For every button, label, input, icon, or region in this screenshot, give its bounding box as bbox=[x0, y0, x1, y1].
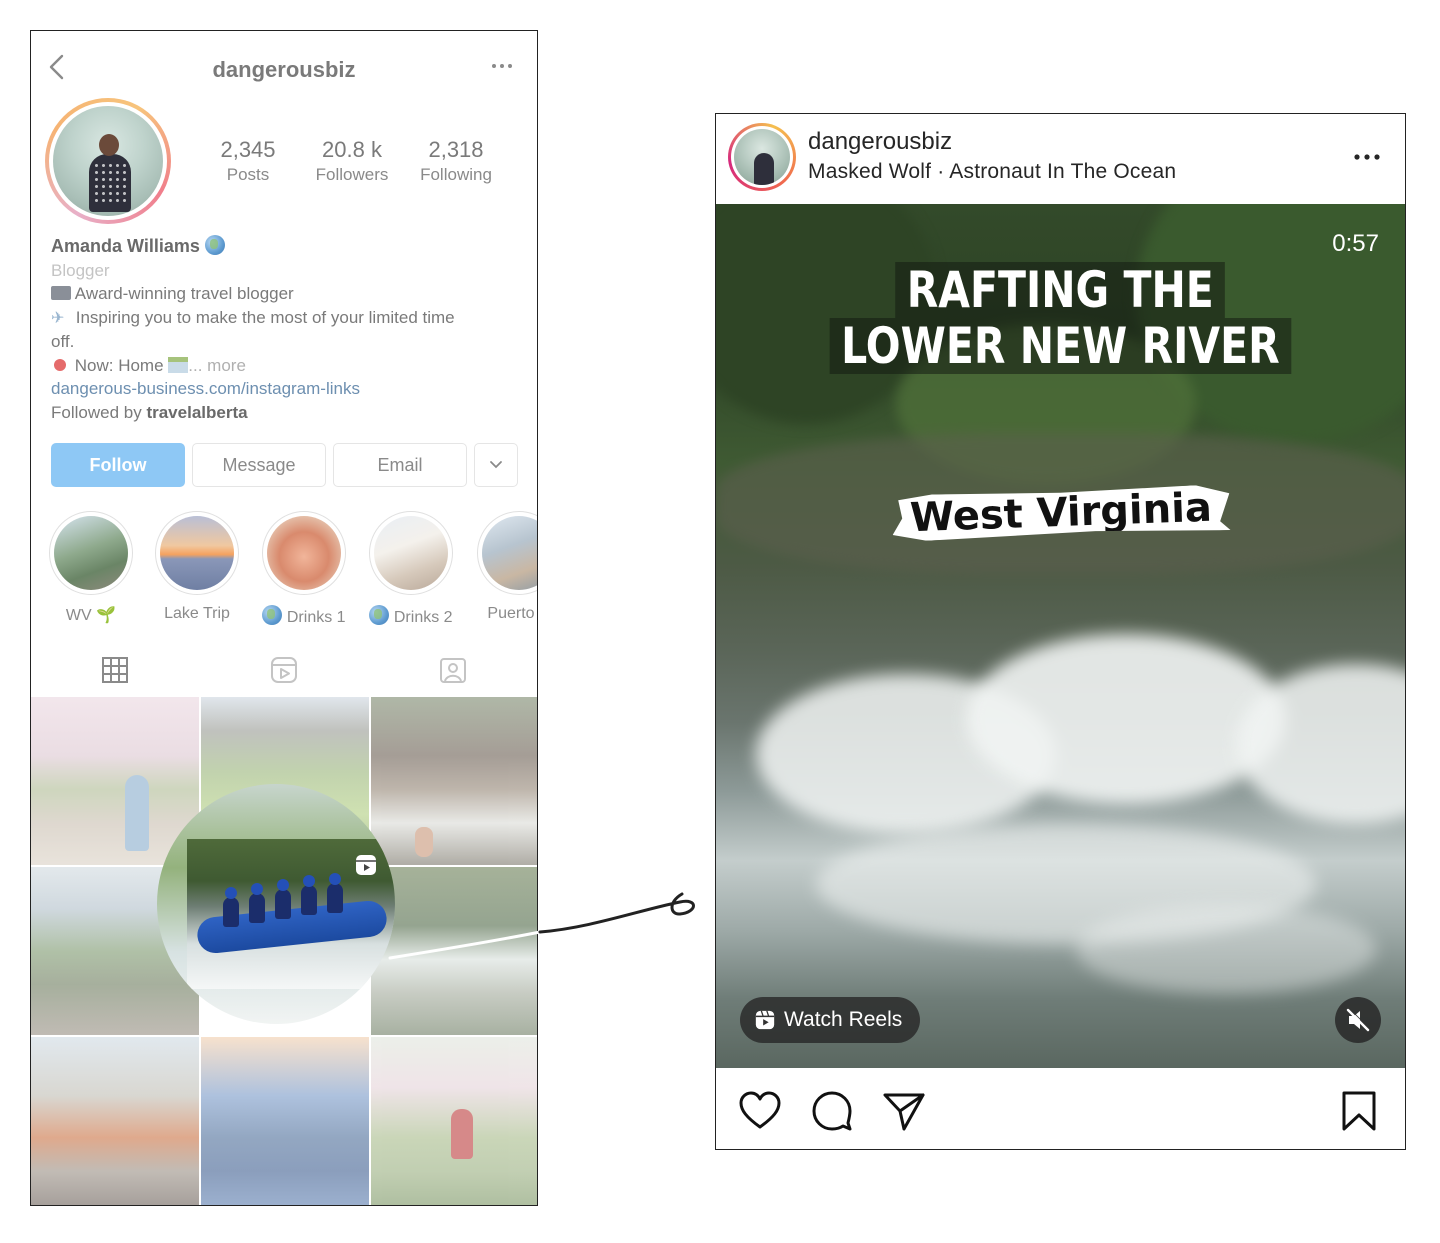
chevron-down-icon bbox=[490, 461, 502, 469]
avatar-photo bbox=[53, 106, 163, 216]
send-icon[interactable] bbox=[882, 1090, 926, 1132]
connector-arrow bbox=[388, 892, 695, 960]
highlighted-reel-post[interactable] bbox=[157, 784, 395, 1024]
reels-icon bbox=[755, 1010, 775, 1030]
bio-line-2-wrap: off. bbox=[51, 332, 75, 351]
highlight-item[interactable]: WV 🌱 bbox=[46, 511, 136, 625]
watch-reels-button[interactable]: Watch Reels bbox=[740, 997, 921, 1043]
highlight-item[interactable]: Puerto R bbox=[474, 511, 537, 623]
comment-icon[interactable] bbox=[810, 1090, 854, 1132]
reel-post: dangerousbiz Masked Wolf · Astronaut In … bbox=[715, 113, 1406, 1150]
bio-line-2: Inspiring you to make the most of your l… bbox=[75, 307, 455, 327]
post-audio-track[interactable]: Masked Wolf · Astronaut In The Ocean bbox=[808, 160, 1176, 184]
reels-icon[interactable] bbox=[269, 655, 299, 685]
follow-button[interactable]: Follow bbox=[51, 443, 185, 487]
highlight-item[interactable]: Lake Trip bbox=[152, 511, 242, 623]
profile-username: dangerousbiz bbox=[212, 57, 356, 82]
highlight-label: Drinks 2 bbox=[393, 609, 453, 626]
stat-posts[interactable]: 2,345 Posts bbox=[198, 137, 298, 185]
grid-post[interactable] bbox=[31, 1037, 199, 1205]
profile-category: Blogger bbox=[51, 260, 110, 280]
stat-following[interactable]: 2,318 Following bbox=[406, 137, 506, 185]
more-horizontal-icon[interactable] bbox=[491, 61, 513, 71]
highlight-label: Puerto R bbox=[487, 605, 537, 622]
grid-post[interactable] bbox=[31, 697, 199, 865]
highlight-label: WV 🌱 bbox=[65, 607, 117, 624]
highlight-label: Drinks 1 bbox=[286, 609, 346, 626]
airplane-icon: ✈ bbox=[51, 309, 65, 327]
story-highlights: WV 🌱 Lake Trip Drinks 1 Drinks 2 Puerto … bbox=[31, 511, 537, 626]
profile-avatar[interactable] bbox=[45, 98, 171, 224]
bookmark-icon[interactable] bbox=[1337, 1090, 1381, 1132]
post-username[interactable]: dangerousbiz bbox=[808, 128, 952, 156]
grid-post[interactable] bbox=[201, 1037, 369, 1205]
highlight-cover bbox=[54, 516, 128, 590]
more-horizontal-icon[interactable] bbox=[1353, 152, 1381, 162]
stat-posts-label: Posts bbox=[226, 165, 270, 184]
video-subtitle-overlay: West Virginia bbox=[716, 490, 1405, 536]
stat-following-label: Following bbox=[420, 165, 492, 184]
stat-posts-value: 2,345 bbox=[220, 137, 276, 162]
highlight-label: Lake Trip bbox=[164, 605, 230, 622]
highlight-cover bbox=[482, 516, 537, 590]
reels-icon bbox=[356, 855, 376, 875]
video-title-line-2: LOWER NEW RIVER bbox=[829, 318, 1292, 374]
profile-screen: dangerousbiz 2,345 Posts 20.8 k Follower… bbox=[30, 30, 538, 1206]
video-timer: 0:57 bbox=[1332, 230, 1379, 257]
post-actions bbox=[716, 1068, 1405, 1149]
grid-icon[interactable] bbox=[100, 655, 130, 685]
profile-tabs bbox=[31, 651, 537, 695]
video-title-overlay: RAFTING THE LOWER NEW RIVER bbox=[716, 262, 1405, 374]
laptop-icon bbox=[51, 286, 71, 300]
reel-video[interactable]: 0:57 RAFTING THE LOWER NEW RIVER West Vi… bbox=[716, 204, 1405, 1068]
followed-by-user[interactable]: travelalberta bbox=[146, 403, 247, 422]
post-header: dangerousbiz Masked Wolf · Astronaut In … bbox=[716, 114, 1405, 204]
globe-icon bbox=[204, 235, 225, 255]
globe-icon bbox=[262, 605, 283, 625]
display-name: Amanda Williams bbox=[51, 236, 200, 256]
followed-by-label: Followed by bbox=[51, 402, 142, 422]
message-button[interactable]: Message bbox=[192, 443, 326, 487]
profile-bio: Amanda Williams Blogger Award-winning tr… bbox=[51, 235, 521, 424]
post-avatar[interactable] bbox=[728, 123, 796, 191]
stat-followers[interactable]: 20.8 k Followers bbox=[302, 137, 402, 185]
globe-icon bbox=[369, 605, 390, 625]
profile-action-buttons: Follow Message Email bbox=[51, 443, 519, 487]
grid-post[interactable] bbox=[371, 1037, 537, 1205]
bio-line-3: Now: Home bbox=[74, 355, 164, 375]
muted-speaker-icon bbox=[1346, 1008, 1370, 1032]
rafting-thumbnail bbox=[187, 839, 395, 989]
mute-button[interactable] bbox=[1335, 997, 1381, 1043]
highlight-item[interactable]: Drinks 1 bbox=[259, 511, 349, 627]
bio-more-link[interactable]: ... more bbox=[188, 356, 246, 375]
tagged-icon[interactable] bbox=[438, 655, 468, 685]
bio-line-1: Award-winning travel blogger bbox=[74, 284, 294, 303]
email-button[interactable]: Email bbox=[333, 443, 467, 487]
stat-followers-value: 20.8 k bbox=[322, 137, 382, 162]
highlight-cover bbox=[267, 516, 341, 590]
pin-icon bbox=[54, 358, 66, 371]
grid-post[interactable] bbox=[371, 697, 537, 865]
profile-website-link[interactable]: dangerous-business.com/instagram-links bbox=[51, 377, 521, 401]
house-icon bbox=[168, 356, 189, 373]
watch-reels-label: Watch Reels bbox=[784, 1008, 903, 1031]
stat-followers-label: Followers bbox=[315, 165, 389, 184]
heart-icon[interactable] bbox=[738, 1090, 782, 1132]
highlight-cover bbox=[374, 516, 448, 590]
highlight-cover bbox=[160, 516, 234, 590]
video-subtitle: West Virginia bbox=[891, 484, 1230, 542]
profile-top-bar: dangerousbiz bbox=[31, 31, 537, 107]
stat-following-value: 2,318 bbox=[428, 137, 484, 162]
video-title-line-1: RAFTING THE bbox=[895, 262, 1226, 318]
highlight-item[interactable]: Drinks 2 bbox=[366, 511, 456, 627]
suggested-dropdown-button[interactable] bbox=[474, 443, 518, 487]
